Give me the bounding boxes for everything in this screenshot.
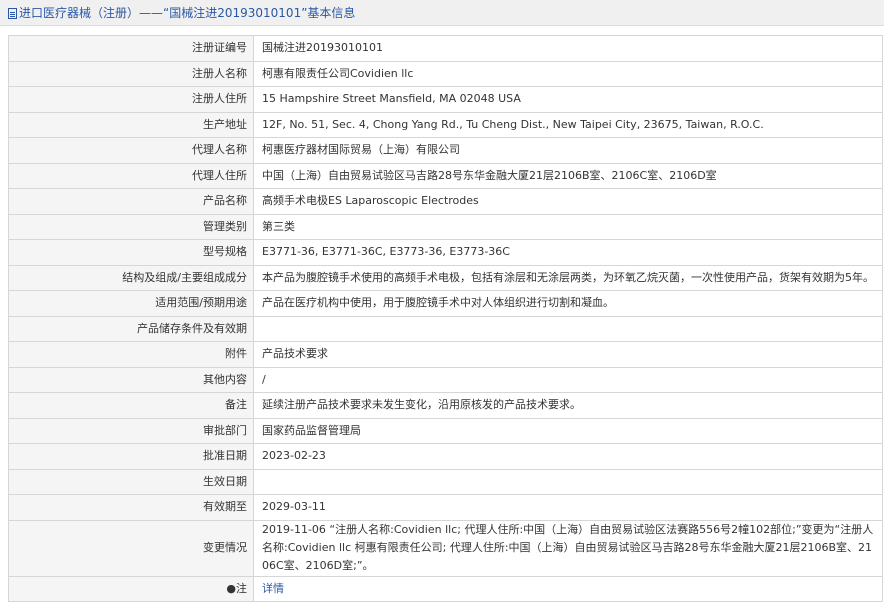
- field-label: 产品名称: [8, 188, 254, 215]
- page-title: 进口医疗器械（注册）——“国械注进20193010101”基本信息: [8, 4, 355, 21]
- info-row: 备注 延续注册产品技术要求未发生变化，沿用原核发的产品技术要求。: [8, 392, 883, 419]
- field-label: 代理人住所: [8, 162, 254, 189]
- note-label: ●注: [8, 575, 254, 602]
- info-row: 注册人住所 15 Hampshire Street Mansfield, MA 0…: [8, 86, 883, 113]
- field-label: 注册证编号: [8, 35, 254, 62]
- field-value: 2023-02-23: [253, 443, 883, 470]
- field-label: 型号规格: [8, 239, 254, 266]
- info-row: 生效日期: [8, 468, 883, 495]
- field-value: /: [253, 366, 883, 393]
- field-value: 产品技术要求: [253, 341, 883, 368]
- field-label: 生效日期: [8, 468, 254, 495]
- field-label: 批准日期: [8, 443, 254, 470]
- field-label: 备注: [8, 392, 254, 419]
- info-row: 产品储存条件及有效期: [8, 315, 883, 342]
- field-label: 代理人名称: [8, 137, 254, 164]
- field-value: [253, 468, 883, 495]
- field-label: 产品储存条件及有效期: [8, 315, 254, 342]
- device-info-table: 注册证编号 国械注进20193010101 注册人名称 柯惠有限责任公司Covidie…: [8, 35, 883, 602]
- info-row: 审批部门 国家药品监督管理局: [8, 417, 883, 444]
- details-link[interactable]: 详情: [262, 582, 284, 595]
- info-row: 代理人住所 中国（上海）自由贸易试验区马吉路28号东华金融大厦21层2106B室、…: [8, 162, 883, 189]
- field-value: 柯惠有限责任公司Covidien llc: [253, 60, 883, 87]
- field-value: 本产品为腹腔镜手术使用的高频手术电极，包括有涂层和无涂层两类，为环氧乙烷灭菌，一…: [253, 264, 883, 291]
- info-row: 产品名称 高频手术电极ES Laparoscopic Electrodes: [8, 188, 883, 215]
- field-value: 国家药品监督管理局: [253, 417, 883, 444]
- field-label: 适用范围/预期用途: [8, 290, 254, 317]
- info-row: 有效期至 2029-03-11: [8, 494, 883, 521]
- info-row: 注册证编号 国械注进20193010101: [8, 35, 883, 62]
- info-row-note: ●注 详情: [8, 575, 883, 602]
- info-row: 其他内容 /: [8, 366, 883, 393]
- field-label: 注册人住所: [8, 86, 254, 113]
- info-row: 附件 产品技术要求: [8, 341, 883, 368]
- field-value: 高频手术电极ES Laparoscopic Electrodes: [253, 188, 883, 215]
- note-value: 详情: [253, 575, 883, 602]
- field-value: 柯惠医疗器材国际贸易（上海）有限公司: [253, 137, 883, 164]
- field-value: [253, 315, 883, 342]
- field-value: 产品在医疗机构中使用，用于腹腔镜手术中对人体组织进行切割和凝血。: [253, 290, 883, 317]
- field-value: 15 Hampshire Street Mansfield, MA 02048 …: [253, 86, 883, 113]
- info-row: 代理人名称 柯惠医疗器材国际贸易（上海）有限公司: [8, 137, 883, 164]
- info-row: 适用范围/预期用途 产品在医疗机构中使用，用于腹腔镜手术中对人体组织进行切割和凝血…: [8, 290, 883, 317]
- field-label: 注册人名称: [8, 60, 254, 87]
- info-row: 注册人名称 柯惠有限责任公司Covidien llc: [8, 60, 883, 87]
- info-row: 结构及组成/主要组成成分 本产品为腹腔镜手术使用的高频手术电极，包括有涂层和无涂层…: [8, 264, 883, 291]
- field-label: 有效期至: [8, 494, 254, 521]
- field-label: 附件: [8, 341, 254, 368]
- field-label: 管理类别: [8, 213, 254, 240]
- field-value: 2029-03-11: [253, 494, 883, 521]
- field-value: 中国（上海）自由贸易试验区马吉路28号东华金融大厦21层2106B室、2106C…: [253, 162, 883, 189]
- field-label: 结构及组成/主要组成成分: [8, 264, 254, 291]
- field-value: 12F, No. 51, Sec. 4, Chong Yang Rd., Tu …: [253, 111, 883, 138]
- change-value: 2019-11-06 “注册人名称:Covidien llc; 代理人住所:中国…: [253, 519, 883, 577]
- info-row: 生产地址 12F, No. 51, Sec. 4, Chong Yang Rd.,…: [8, 111, 883, 138]
- info-row: 管理类别 第三类: [8, 213, 883, 240]
- page-header: 进口医疗器械（注册）——“国械注进20193010101”基本信息: [0, 0, 884, 26]
- field-label: 审批部门: [8, 417, 254, 444]
- field-value: 国械注进20193010101: [253, 35, 883, 62]
- field-value: 延续注册产品技术要求未发生变化，沿用原核发的产品技术要求。: [253, 392, 883, 419]
- info-row-change: 变更情况 2019-11-06 “注册人名称:Covidien llc; 代理人住…: [8, 519, 883, 577]
- document-icon: [8, 8, 17, 19]
- info-row: 批准日期 2023-02-23: [8, 443, 883, 470]
- field-value: 第三类: [253, 213, 883, 240]
- field-label: 生产地址: [8, 111, 254, 138]
- info-row: 型号规格 E3771-36, E3771-36C, E3773-36, E3773…: [8, 239, 883, 266]
- field-label: 其他内容: [8, 366, 254, 393]
- field-value: E3771-36, E3771-36C, E3773-36, E3773-36C: [253, 239, 883, 266]
- change-label: 变更情况: [8, 519, 254, 577]
- page-title-text: 进口医疗器械（注册）——“国械注进20193010101”基本信息: [19, 6, 356, 20]
